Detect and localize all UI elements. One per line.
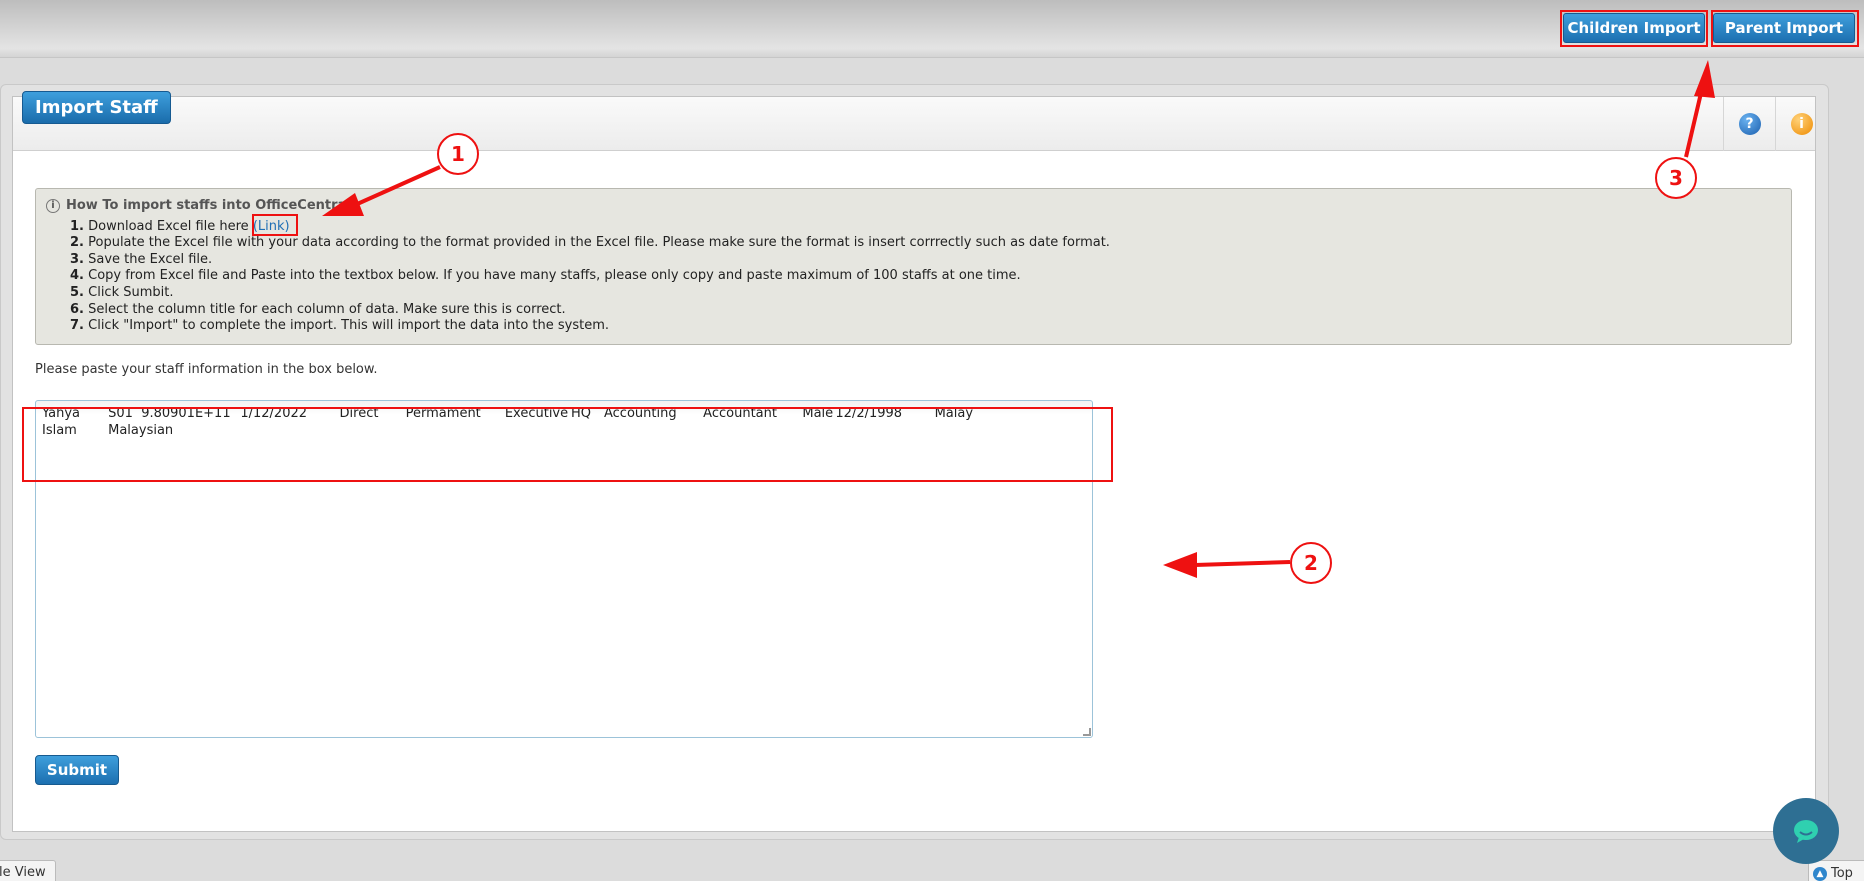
info-circle-icon: i [46, 199, 60, 214]
view-toggle-button[interactable]: le View [0, 860, 56, 881]
annotation-box-textarea [22, 407, 1113, 482]
annotation-marker-2: 2 [1290, 542, 1332, 584]
arrow-up-icon: ▲ [1813, 866, 1827, 881]
list-item: 4. Copy from Excel file and Paste into t… [70, 268, 1021, 284]
help-icon: ? [1738, 113, 1761, 135]
list-item: 5. Click Sumbit. [70, 284, 174, 300]
annotation-marker-3: 3 [1655, 157, 1697, 199]
list-item: 2. Populate the Excel file with your dat… [70, 235, 1110, 251]
page-title: Import Staff [22, 91, 171, 124]
info-icon: i [1790, 113, 1813, 135]
annotation-box-children-import [1560, 10, 1708, 47]
back-to-top-label: Top [1831, 866, 1853, 881]
list-item: 6. Select the column title for each colu… [70, 301, 566, 317]
annotation-box-link [252, 214, 298, 236]
list-item: 3. Save the Excel file. [70, 251, 213, 267]
list-item: 7. Click "Import" to complete the import… [70, 318, 610, 334]
annotation-box-parent-import [1711, 10, 1859, 47]
chat-icon [1794, 820, 1818, 843]
resize-grip-icon[interactable] [1083, 728, 1091, 736]
list-item: 1. Download Excel file here (Link) [70, 218, 290, 234]
back-to-top-button[interactable]: ▲ Top [1808, 860, 1864, 881]
paste-instruction-label: Please paste your staff information in t… [35, 362, 378, 377]
instructions-list: 1. Download Excel file here (Link) 2. Po… [46, 219, 1791, 335]
panel-header: Import Staff ? i [13, 91, 1815, 151]
instructions-title: i How To import staffs into OfficeCentra… [46, 198, 1791, 215]
instructions-title-text: How To import staffs into OfficeCentral? [66, 198, 359, 213]
annotation-marker-1: 1 [437, 133, 479, 175]
help-button[interactable]: ? [1723, 97, 1775, 151]
instructions-box: i How To import staffs into OfficeCentra… [35, 188, 1792, 345]
submit-button[interactable]: Submit [35, 755, 119, 785]
chat-widget-button[interactable] [1773, 798, 1839, 864]
info-button[interactable]: i [1775, 97, 1827, 151]
